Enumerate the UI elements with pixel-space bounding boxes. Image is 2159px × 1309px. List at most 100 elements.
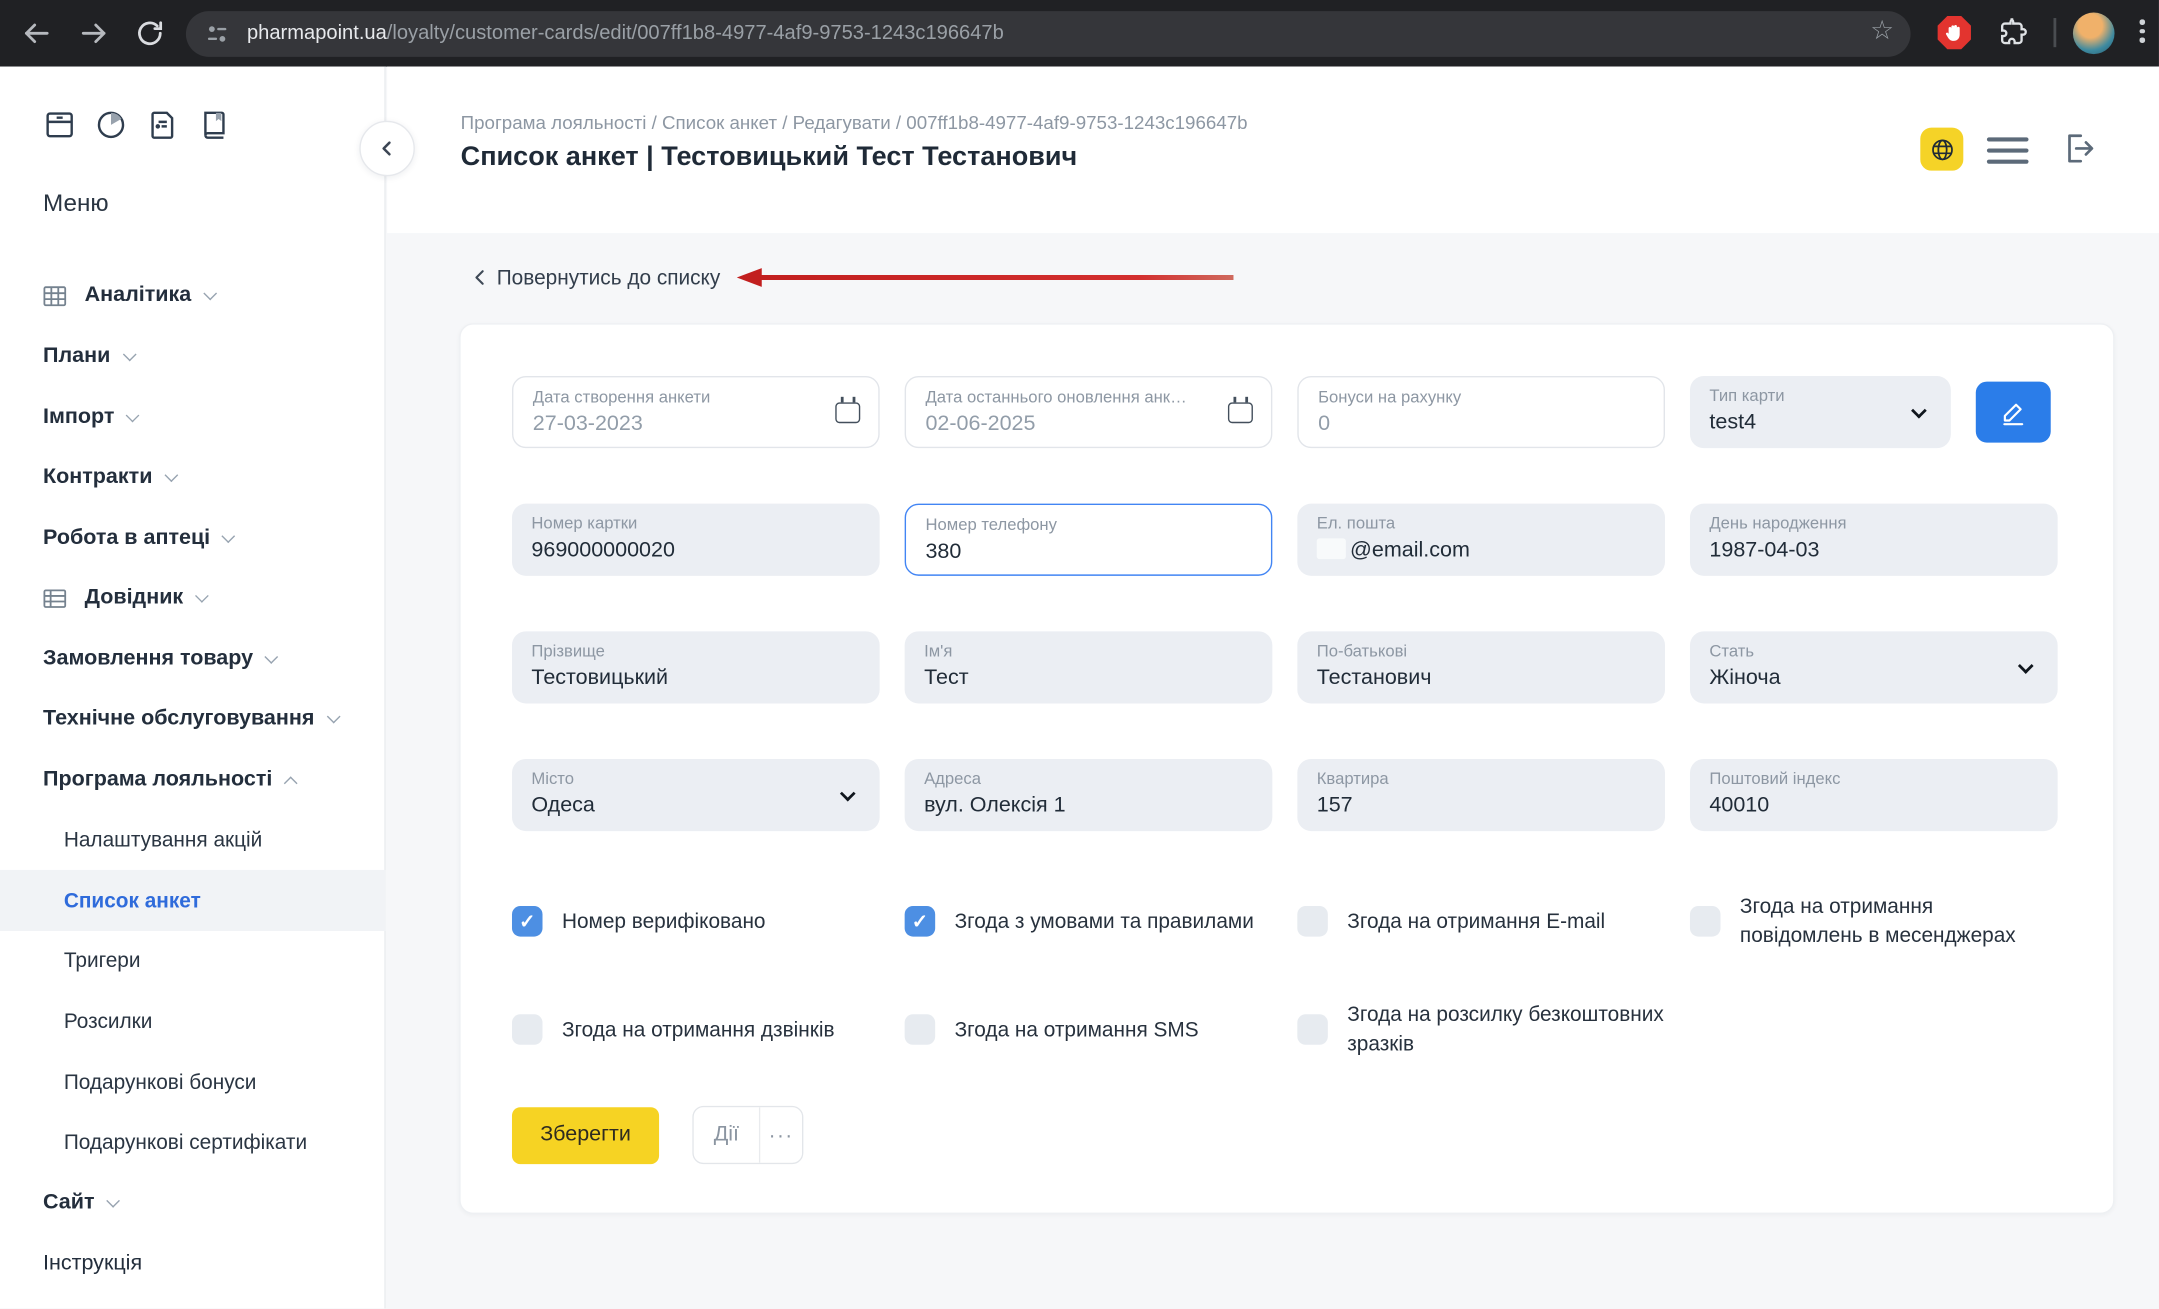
checkbox-free-samples-consent[interactable]: Згода на розсилку безкоштовних зразків [1297,1000,1665,1058]
calendar-icon[interactable] [835,402,860,423]
sidebar-subitem-gift-bonuses[interactable]: Подарункові бонуси [0,1052,386,1113]
sidebar-subitem-customer-cards[interactable]: Список анкет [0,870,386,931]
sidebar-subitem-gift-certificates[interactable]: Подарункові сертифікати [0,1111,386,1172]
field-card-number[interactable]: Номер картки 969000000020 [512,504,880,576]
checkbox-unchecked-icon[interactable] [512,1014,543,1045]
actions-button[interactable]: Дії [694,1107,761,1163]
sidebar-item-loyalty-program[interactable]: Програма лояльності [0,749,386,810]
field-creation-date[interactable]: Дата створення анкети 27-03-2023 [512,376,880,448]
main-area: Програма лояльності / Список анкет / Ред… [387,67,2159,1309]
field-bonus-balance[interactable]: Бонуси на рахунку 0 [1297,376,1665,448]
calendar-icon[interactable] [1228,402,1253,423]
form-row-2: Номер картки 969000000020 Номер телефону… [512,504,2062,576]
edit-card-type-button[interactable] [1976,382,2051,443]
bookmark-star-icon[interactable]: ☆ [1870,15,1894,47]
checkbox-unchecked-icon[interactable] [1297,1014,1328,1045]
checkbox-unchecked-icon[interactable] [1690,906,1721,937]
field-last-update-date[interactable]: Дата останнього оновлення анк… 02-06-202… [905,376,1273,448]
address-bar[interactable]: pharmapoint.ua/loyalty/customer-cards/ed… [186,11,1911,57]
sidebar-item-goods-order[interactable]: Замовлення товару [0,629,386,690]
adblock-extension-icon[interactable] [1937,15,1972,50]
screen: pharmapoint.ua/loyalty/customer-cards/ed… [0,0,2159,1308]
browser-reload-icon[interactable] [133,17,166,50]
pie-chart-icon[interactable] [93,107,129,150]
sidebar-subitem-mailings[interactable]: Розсилки [0,991,386,1052]
checkbox-unchecked-icon[interactable] [1297,906,1328,937]
book-icon[interactable] [196,107,232,150]
checkbox-email-consent[interactable]: Згода на отримання E-mail [1297,892,1665,950]
field-first-name[interactable]: Ім'я Тест [905,631,1273,703]
sidebar-top-icons [42,107,232,150]
browser-menu-icon[interactable] [2140,19,2145,42]
language-globe-button[interactable] [1920,128,1963,171]
browser-back-icon[interactable] [19,17,52,50]
sidebar-item-analytics[interactable]: Аналітика [0,265,386,326]
checkbox-row-2: Згода на отримання дзвінків Згода на отр… [512,1000,2062,1058]
browser-forward-icon[interactable] [78,17,111,50]
chevron-down-icon [195,588,209,602]
table-grid-icon [43,284,67,308]
back-link-label: Повернутись до списку [497,266,721,290]
sidebar-item-contracts[interactable]: Контракти [0,447,386,508]
field-address[interactable]: Адреса вул. Олексія 1 [905,759,1273,831]
customer-card-form: Дата створення анкети 27-03-2023 Дата ос… [459,323,2114,1214]
chevron-down-icon [164,468,178,482]
field-phone-number[interactable]: Номер телефону 380 [905,504,1273,576]
browser-profile-avatar[interactable] [2073,12,2115,54]
checkbox-row-1: Номер верифіковано Згода з умовами та пр… [512,892,2062,950]
back-to-list-link[interactable]: Повернутись до списку [468,258,721,297]
sidebar-item-site[interactable]: Сайт [0,1172,386,1233]
checkbox-sms-consent[interactable]: Згода на отримання SMS [905,1000,1273,1058]
url-path: /loyalty/customer-cards/edit/007ff1b8-49… [387,22,1004,44]
logout-icon[interactable] [2059,129,2098,175]
url-domain: pharmapoint.ua [247,22,387,44]
sidebar-item-instruction[interactable]: Інструкція [0,1233,386,1294]
checkbox-checked-icon[interactable] [905,906,936,937]
form-row-1: Дата створення анкети 27-03-2023 Дата ос… [512,376,2062,448]
sidebar-collapse-button[interactable] [359,121,415,177]
site-settings-icon[interactable] [204,21,230,54]
checkbox-messenger-consent[interactable]: Згода на отримання повідомлень в месендж… [1690,892,2058,950]
field-city-select[interactable]: Місто Одеса [512,759,880,831]
app-window: Меню Аналітика Плани Імпорт Контракти Ро… [0,67,2159,1309]
chevron-down-icon [122,347,136,361]
annotation-arrow [737,266,1234,288]
field-email[interactable]: Ел. пошта @email.com [1297,504,1665,576]
more-actions-button[interactable]: ··· [760,1107,802,1163]
form-buttons: Зберегти Дії ··· [512,1106,2062,1164]
sidebar: Меню Аналітика Плани Імпорт Контракти Ро… [0,67,386,1309]
form-row-3: Прізвище Тестовицький Ім'я Тест По-батьк… [512,631,2062,703]
field-postal-code[interactable]: Поштовий індекс 40010 [1690,759,2058,831]
field-apartment[interactable]: Квартира 157 [1297,759,1665,831]
sidebar-subitem-triggers[interactable]: Тригери [0,930,386,991]
chevron-down-icon [222,529,236,543]
list-rows-icon [43,586,67,610]
extensions-puzzle-icon[interactable] [1995,15,2028,55]
archive-box-icon[interactable] [42,107,78,150]
actions-button-group: Дії ··· [692,1106,803,1164]
hamburger-menu-icon[interactable] [1987,137,2029,163]
sidebar-item-pharmacy-work[interactable]: Робота в аптеці [0,508,386,569]
save-button[interactable]: Зберегти [512,1107,659,1164]
field-gender-select[interactable]: Стать Жіноча [1690,631,2058,703]
checkbox-unchecked-icon[interactable] [905,1014,936,1045]
menu-heading: Меню [43,189,109,218]
checkbox-number-verified[interactable]: Номер верифіковано [512,892,880,950]
chevron-up-icon [284,776,298,790]
redacted-email-prefix [1317,538,1346,559]
field-birth-date[interactable]: День народження 1987-04-03 [1690,504,2058,576]
sidebar-item-plans[interactable]: Плани [0,326,386,387]
checkbox-checked-icon[interactable] [512,906,543,937]
sidebar-item-import[interactable]: Імпорт [0,387,386,448]
field-card-type-select[interactable]: Тип карти test4 [1690,376,1951,448]
sidebar-item-directory[interactable]: Довідник [0,567,386,628]
sidebar-item-maintenance[interactable]: Технічне обслуговування [0,688,386,749]
document-icon[interactable] [144,107,180,150]
checkbox-terms-agreement[interactable]: Згода з умовами та правилами [905,892,1273,950]
checkbox-calls-consent[interactable]: Згода на отримання дзвінків [512,1000,880,1058]
breadcrumb: Програма лояльності / Список анкет / Ред… [461,112,1248,133]
sidebar-subitem-promo-settings[interactable]: Налаштування акцій [0,809,386,870]
field-last-name[interactable]: Прізвище Тестовицький [512,631,880,703]
field-middle-name[interactable]: По-батькові Тестанович [1297,631,1665,703]
url-text[interactable]: pharmapoint.ua/loyalty/customer-cards/ed… [247,11,1004,57]
